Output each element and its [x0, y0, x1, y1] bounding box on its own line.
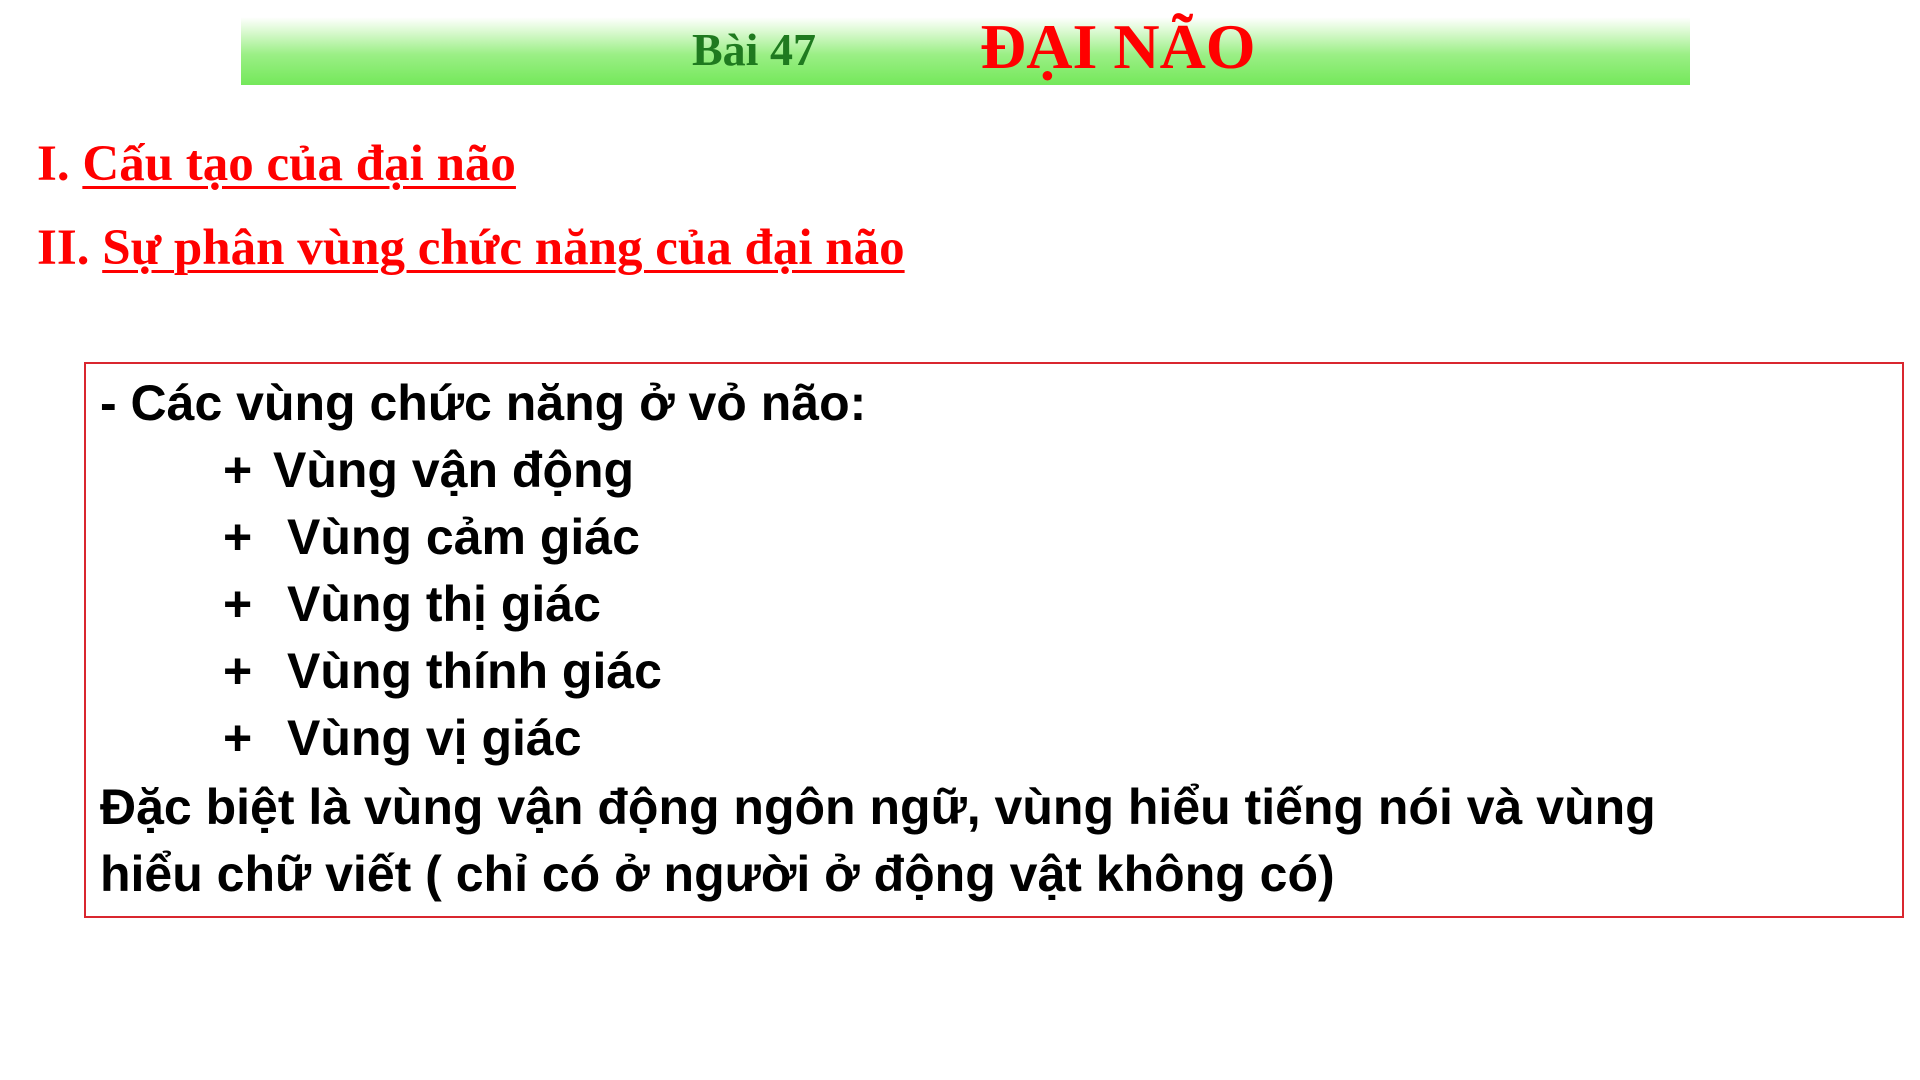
note-line-2: hiểu chữ viết ( chỉ có ở người ở động vậ…: [100, 846, 1335, 902]
note-line-1: Đặc biệt là vùng vận động ngôn ngữ, vùng…: [100, 779, 1656, 835]
section-title: Sự phân vùng chức năng của đại não: [102, 220, 905, 276]
list-item: + Vùng vận động: [223, 441, 634, 499]
list-item-text: Vùng vận động: [273, 442, 635, 498]
section-numeral: II.: [37, 220, 90, 276]
bullet: +: [223, 576, 253, 632]
lesson-number: Bài 47: [692, 24, 816, 75]
section-heading-1: I. Cấu tạo của đại não: [37, 134, 516, 194]
bullet: +: [223, 710, 253, 766]
list-item-text: Vùng thị giác: [287, 576, 601, 632]
list-item: + Vùng vị giác: [223, 709, 582, 767]
list-item-text: Vùng thính giác: [287, 643, 662, 699]
list-item-text: Vùng cảm giác: [287, 509, 640, 565]
list-item-text: Vùng vị giác: [287, 710, 582, 766]
content-intro: - Các vùng chức năng ở vỏ não:: [100, 375, 867, 431]
bullet: +: [223, 643, 253, 699]
bullet: +: [223, 509, 253, 565]
section-numeral: I.: [37, 136, 70, 192]
list-item: + Vùng thính giác: [223, 642, 662, 700]
lesson-title: ĐẠI NÃO: [980, 11, 1256, 82]
slide: Bài 47 ĐẠI NÃO I. Cấu tạo của đại não II…: [0, 0, 1920, 1080]
title-banner: [241, 17, 1690, 85]
list-item: + Vùng thị giác: [223, 575, 601, 633]
bullet: +: [223, 442, 253, 498]
section-heading-2: II. Sự phân vùng chức năng của đại não: [37, 218, 905, 278]
list-item: + Vùng cảm giác: [223, 508, 640, 566]
section-title: Cấu tạo của đại não: [82, 136, 516, 192]
